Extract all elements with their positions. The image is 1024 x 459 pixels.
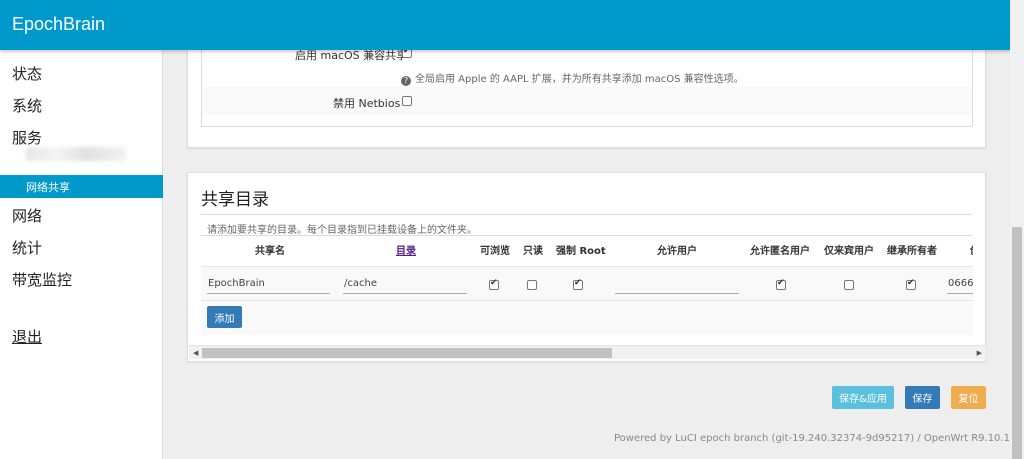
section-divider bbox=[201, 214, 973, 215]
col-allowed-users: 允许用户 bbox=[657, 246, 697, 257]
col-browseable: 可浏览 bbox=[480, 246, 510, 257]
allowed-users-input[interactable] bbox=[615, 274, 739, 294]
scroll-right-icon[interactable]: ▶ bbox=[977, 349, 982, 357]
netbios-label: 禁用 Netbios bbox=[333, 97, 401, 110]
global-settings-card: 启用 macOS 兼容共享 ?全局启用 Apple 的 AAPL 扩展，并为所有… bbox=[187, 40, 986, 148]
reset-button[interactable]: 复位 bbox=[951, 386, 986, 409]
global-settings-section: 启用 macOS 兼容共享 ?全局启用 Apple 的 AAPL 扩展，并为所有… bbox=[201, 41, 973, 127]
col-guest-ok: 允许匿名用户 bbox=[750, 246, 810, 257]
sidebar-subitem-label: 网络共享 bbox=[26, 181, 70, 194]
sidebar: 状态 系统 服务 网络共享 网络 统计 带宽监控 退出 bbox=[0, 50, 163, 459]
sidebar-subitem-network-share[interactable]: 网络共享 bbox=[0, 175, 163, 198]
shares-table: 共享名 目录 可浏览 只读 强制 Root 允许用户 允许匿名用户 仅来宾用户 … bbox=[201, 235, 973, 335]
share-path-input[interactable] bbox=[343, 274, 467, 294]
main-content: 启用 macOS 兼容共享 ?全局启用 Apple 的 AAPL 扩展，并为所有… bbox=[163, 40, 1016, 459]
save-apply-button[interactable]: 保存&应用 bbox=[832, 386, 894, 409]
sidebar-item-bandwidth[interactable]: 带宽监控 bbox=[12, 269, 72, 290]
read-only-checkbox[interactable] bbox=[527, 280, 537, 290]
col-force-root: 强制 Root bbox=[556, 246, 606, 257]
save-button[interactable]: 保存 bbox=[905, 386, 940, 409]
sidebar-item-network[interactable]: 网络 bbox=[12, 205, 42, 226]
top-header: EpochBrain bbox=[0, 0, 1010, 50]
sidebar-item-logout[interactable]: 退出 bbox=[12, 326, 42, 347]
guest-ok-checkbox[interactable] bbox=[776, 278, 786, 290]
macos-compat-hint: ? 全局启用 Apple 的 AAPL 扩展，并为所有共享添加 macOS 兼容性… bbox=[401, 70, 744, 86]
netbios-checkbox[interactable] bbox=[402, 96, 412, 106]
sidebar-item-system[interactable]: 系统 bbox=[12, 95, 42, 116]
col-share-name: 共享名 bbox=[255, 246, 285, 257]
netbios-row: 禁用 Netbios bbox=[202, 87, 972, 115]
sidebar-item-status[interactable]: 状态 bbox=[12, 63, 42, 84]
shared-directories-card: 共享目录 请添加要共享的目录。每个目录指到已挂载设备上的文件夹。 共享名 目录 … bbox=[187, 172, 986, 362]
table-footer: 添加 bbox=[201, 300, 973, 335]
share-name-input[interactable] bbox=[207, 274, 330, 294]
page-vertical-scrollbar[interactable] bbox=[1010, 0, 1024, 459]
brand-title[interactable]: EpochBrain bbox=[12, 14, 105, 35]
scroll-left-icon[interactable]: ◀ bbox=[193, 349, 198, 357]
col-read-only: 只读 bbox=[523, 246, 543, 257]
horizontal-scrollbar[interactable]: ◀ ▶ bbox=[189, 345, 986, 359]
col-guest-only: 仅来宾用户 bbox=[824, 246, 874, 257]
col-inherit-owner: 继承所有者 bbox=[887, 246, 937, 257]
section-description: 请添加要共享的目录。每个目录指到已挂载设备上的文件夹。 bbox=[207, 225, 477, 236]
add-share-button[interactable]: 添加 bbox=[207, 306, 242, 328]
section-title: 共享目录 bbox=[201, 190, 269, 210]
sidebar-item-statistics[interactable]: 统计 bbox=[12, 237, 42, 258]
browseable-checkbox[interactable] bbox=[489, 278, 499, 290]
col-directory[interactable]: 目录 bbox=[396, 242, 416, 257]
table-row bbox=[201, 266, 973, 300]
create-mask-input[interactable] bbox=[947, 274, 973, 294]
force-root-checkbox[interactable] bbox=[573, 278, 583, 290]
vertical-scroll-thumb[interactable] bbox=[1012, 227, 1022, 459]
blurred-sidebar-item bbox=[26, 147, 126, 161]
question-icon: ? bbox=[401, 76, 411, 86]
col-create-mask: 创 bbox=[970, 242, 973, 257]
horizontal-scroll-thumb[interactable] bbox=[202, 348, 612, 358]
guest-only-checkbox[interactable] bbox=[844, 280, 854, 290]
footer-credits: Powered by LuCI epoch branch (git-19.240… bbox=[614, 433, 1017, 444]
sidebar-item-services[interactable]: 服务 bbox=[12, 127, 42, 148]
inherit-owner-checkbox[interactable] bbox=[906, 278, 916, 290]
